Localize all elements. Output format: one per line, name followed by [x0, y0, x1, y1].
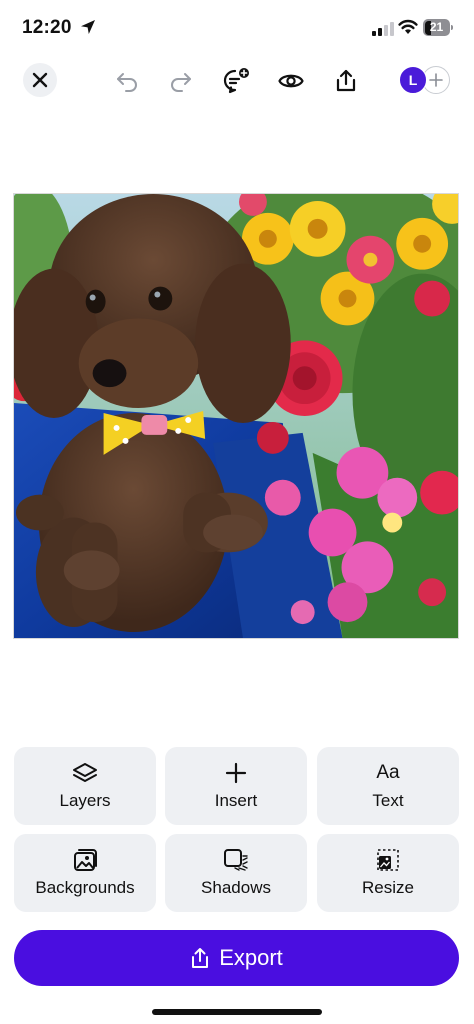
- avatar[interactable]: L: [399, 66, 427, 94]
- layers-icon: [73, 763, 97, 782]
- tool-resize-button[interactable]: Resize: [317, 834, 459, 912]
- wifi-icon: [398, 19, 418, 34]
- add-comment-button[interactable]: [219, 64, 253, 98]
- undo-button[interactable]: [110, 64, 144, 98]
- signal-icon: [372, 22, 394, 36]
- tool-label: Insert: [214, 791, 258, 810]
- editor-toolbar: L: [0, 56, 474, 104]
- export-button[interactable]: Export: [14, 930, 459, 986]
- redo-icon: [171, 73, 191, 92]
- design-canvas[interactable]: [13, 193, 459, 639]
- tool-backgrounds-button[interactable]: Backgrounds: [14, 834, 156, 912]
- home-indicator[interactable]: [152, 1009, 322, 1015]
- share-icon: [192, 948, 209, 968]
- tool-text-button[interactable]: Aa Text: [317, 747, 459, 825]
- redo-button[interactable]: [164, 64, 198, 98]
- close-icon: [32, 72, 48, 88]
- preview-button[interactable]: [274, 64, 308, 98]
- tool-label: Backgrounds: [35, 878, 135, 897]
- share-button[interactable]: [329, 64, 363, 98]
- collaborators[interactable]: L: [399, 66, 453, 96]
- tool-label: Resize: [362, 878, 414, 897]
- tool-label: Layers: [59, 791, 111, 810]
- plus-icon: [225, 762, 247, 784]
- tool-label: Text: [372, 791, 404, 810]
- resize-icon: [377, 849, 399, 871]
- tool-label: Shadows: [201, 878, 271, 897]
- export-label: Export: [219, 945, 283, 970]
- eye-preview-icon: [278, 74, 304, 88]
- close-button[interactable]: [23, 63, 57, 97]
- backgrounds-icon: [74, 849, 97, 871]
- tool-layers-button[interactable]: Layers: [14, 747, 156, 825]
- battery-icon: 21: [423, 19, 453, 36]
- tool-shadows-button[interactable]: Shadows: [165, 834, 307, 912]
- location-arrow-icon: [81, 20, 95, 34]
- status-time: 12:20: [22, 17, 72, 38]
- text-aa-icon: Aa: [376, 762, 400, 783]
- status-bar: 12:20 21: [0, 0, 474, 56]
- plus-icon: [429, 73, 443, 87]
- dog-flowers-photo[interactable]: [14, 194, 458, 638]
- undo-icon: [117, 73, 137, 92]
- tool-insert-button[interactable]: Insert: [165, 747, 307, 825]
- comment-add-icon: [223, 68, 249, 94]
- battery-percentage: 21: [429, 20, 444, 34]
- share-icon: [336, 69, 356, 92]
- shadows-icon: [224, 849, 248, 871]
